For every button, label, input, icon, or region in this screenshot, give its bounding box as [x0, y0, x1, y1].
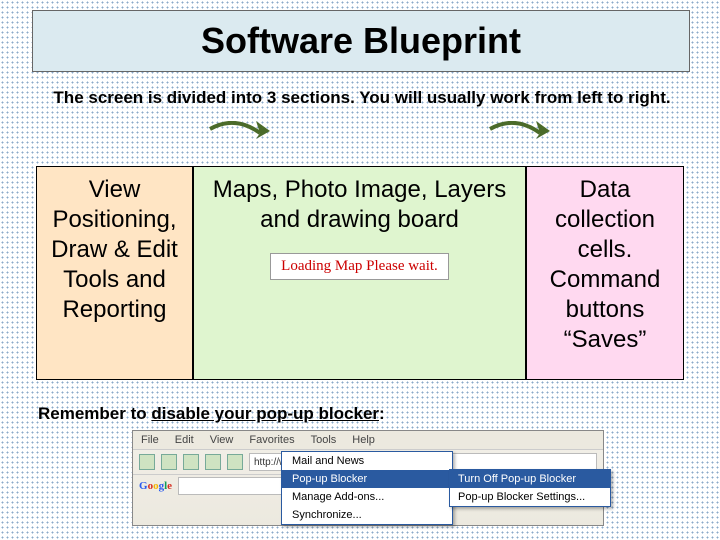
- google-logo: Google: [139, 480, 172, 492]
- browser-menubar: File Edit View Favorites Tools Help: [133, 431, 603, 450]
- curved-arrow-icon: [200, 121, 270, 159]
- stop-icon[interactable]: [183, 454, 199, 470]
- menu-help[interactable]: Help: [352, 434, 375, 446]
- menu-item-turn-off-popup[interactable]: Turn Off Pop-up Blocker: [450, 470, 610, 488]
- menu-file[interactable]: File: [141, 434, 159, 446]
- menu-view[interactable]: View: [210, 434, 234, 446]
- menu-item-popup-settings[interactable]: Pop-up Blocker Settings...: [450, 488, 610, 506]
- menu-favorites[interactable]: Favorites: [249, 434, 294, 446]
- panel-middle: Maps, Photo Image, Layers and drawing bo…: [193, 166, 526, 380]
- home-icon[interactable]: [227, 454, 243, 470]
- menu-edit[interactable]: Edit: [175, 434, 194, 446]
- forward-icon[interactable]: [161, 454, 177, 470]
- panel-left-text: View Positioning, Draw & Edit Tools and …: [41, 175, 188, 325]
- menu-item-mail-news[interactable]: Mail and News: [282, 452, 452, 470]
- panel-middle-text: Maps, Photo Image, Layers and drawing bo…: [198, 175, 521, 235]
- subtitle-text: The screen is divided into 3 sections. Y…: [28, 88, 696, 108]
- menu-item-popup-blocker[interactable]: Pop-up Blocker: [282, 470, 452, 488]
- title-box: Software Blueprint: [32, 10, 690, 72]
- panels-row: View Positioning, Draw & Edit Tools and …: [36, 166, 684, 380]
- reminder-text: Remember to disable your pop-up blocker:: [38, 404, 385, 424]
- popup-blocker-submenu: Turn Off Pop-up Blocker Pop-up Blocker S…: [449, 469, 611, 507]
- page-title: Software Blueprint: [201, 20, 521, 62]
- browser-window-mock: File Edit View Favorites Tools Help http…: [132, 430, 604, 526]
- loading-message: Loading Map Please wait.: [270, 253, 449, 280]
- refresh-icon[interactable]: [205, 454, 221, 470]
- tools-dropdown-menu: Mail and News Pop-up Blocker Manage Add-…: [281, 451, 453, 525]
- menu-tools[interactable]: Tools: [311, 434, 337, 446]
- curved-arrow-icon: [480, 121, 550, 159]
- back-icon[interactable]: [139, 454, 155, 470]
- panel-right: Data collection cells. Command buttons “…: [526, 166, 684, 380]
- panel-right-text: Data collection cells. Command buttons “…: [531, 175, 679, 355]
- menu-item-manage-addons[interactable]: Manage Add-ons...: [282, 488, 452, 506]
- panel-left: View Positioning, Draw & Edit Tools and …: [36, 166, 193, 380]
- menu-item-synchronize[interactable]: Synchronize...: [282, 506, 452, 524]
